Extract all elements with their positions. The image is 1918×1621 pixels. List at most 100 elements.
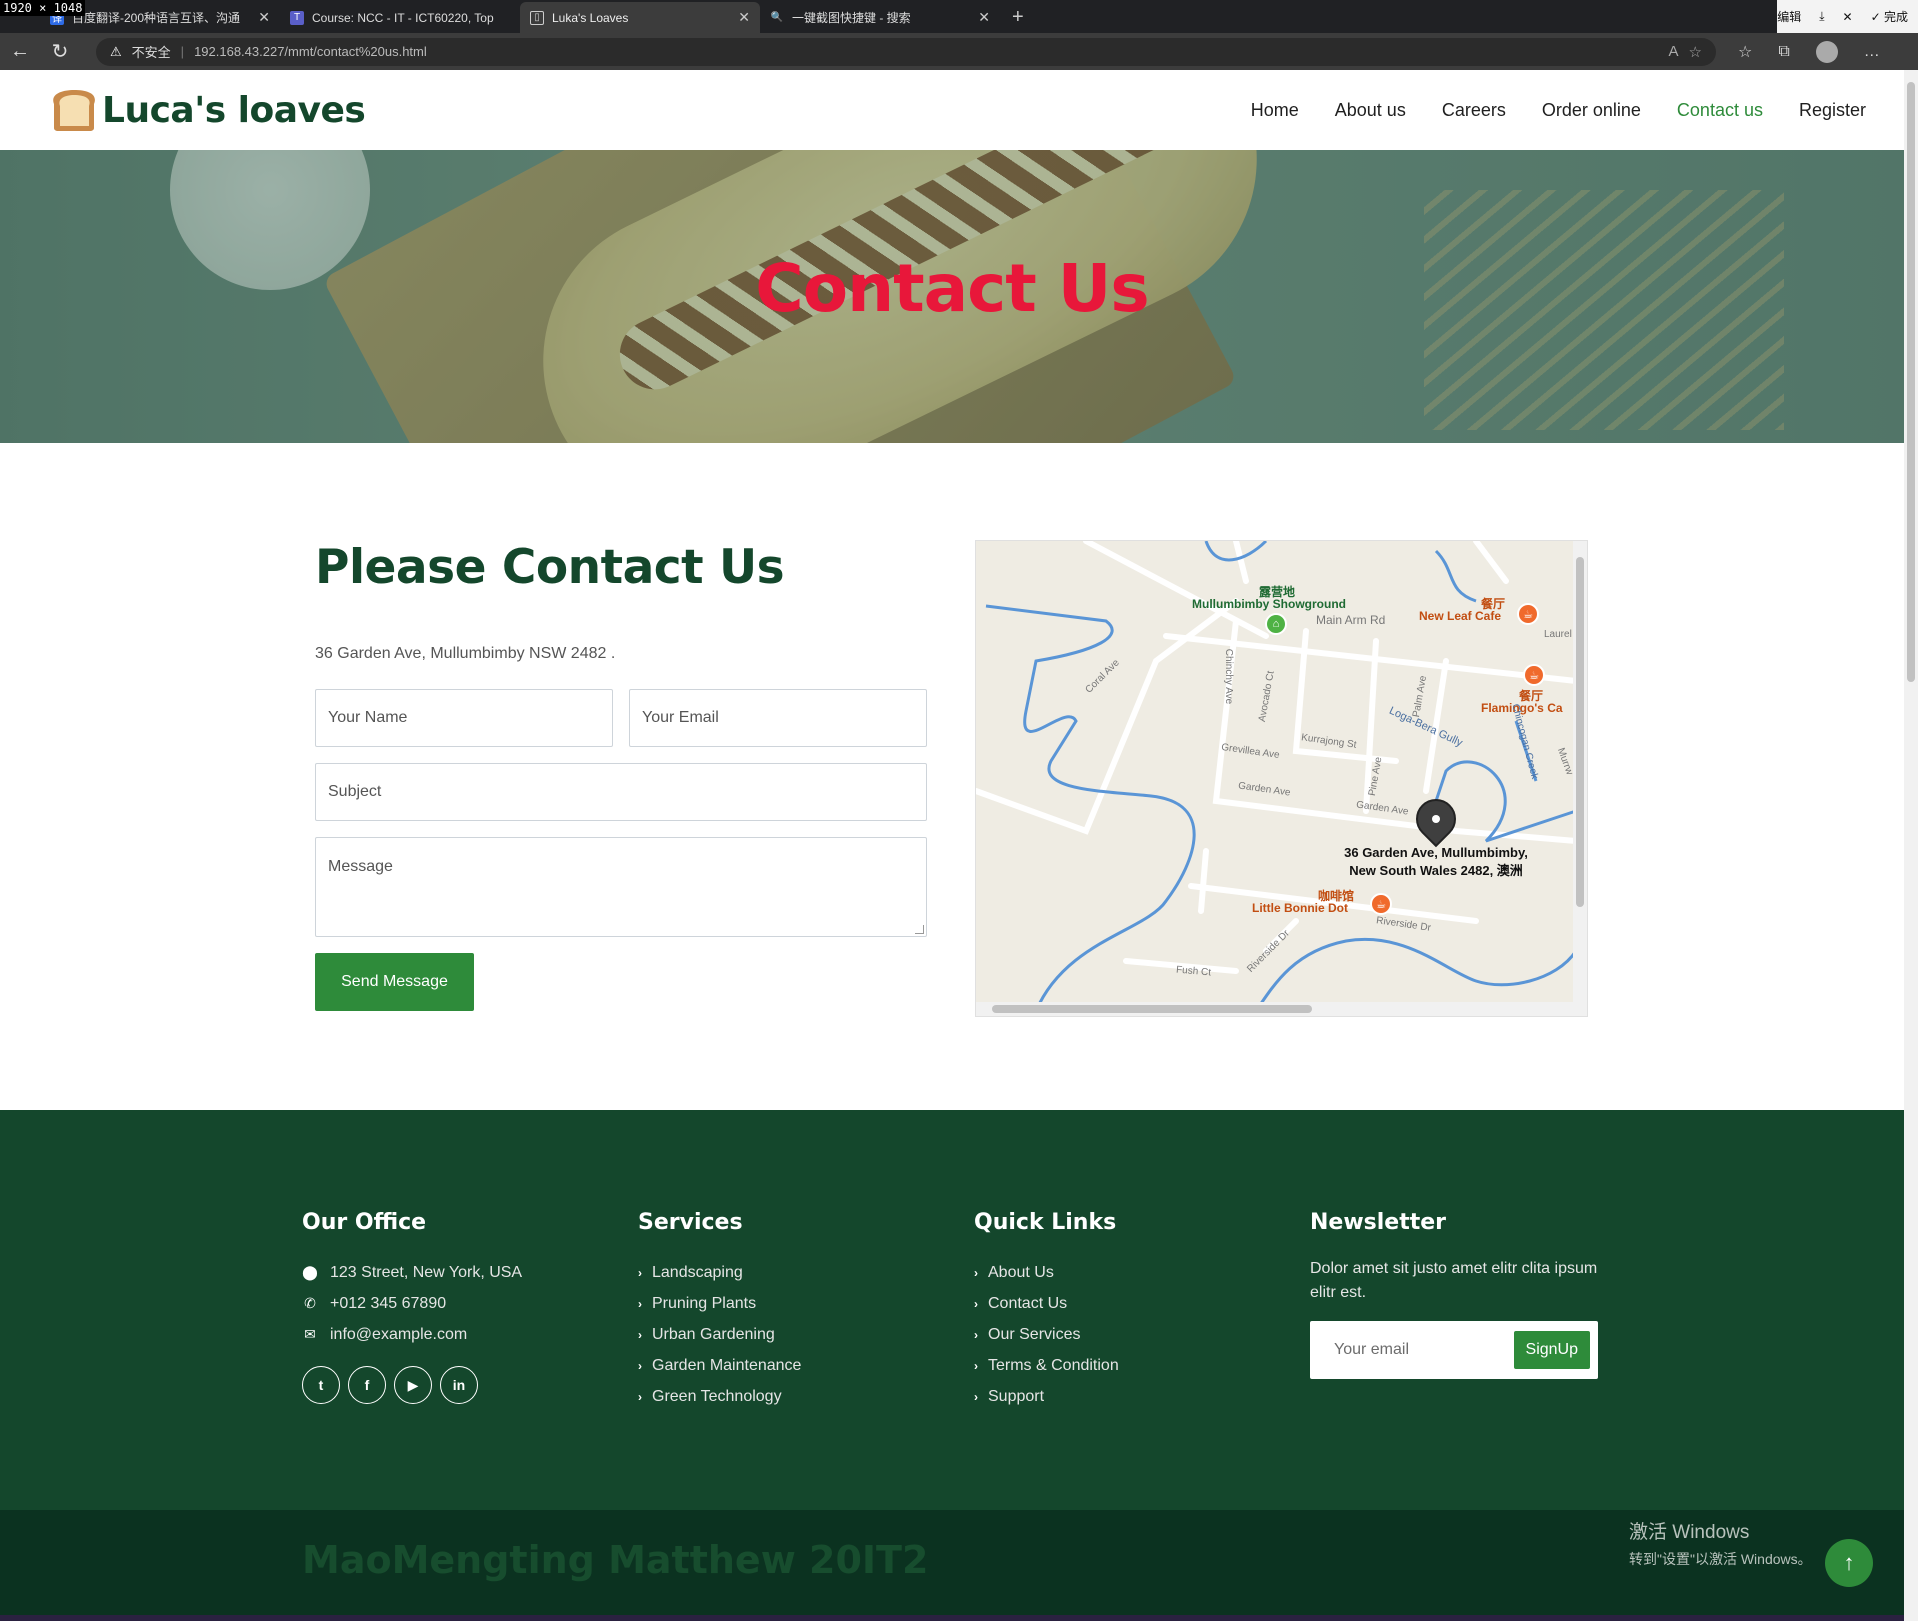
done-button[interactable]: ✓ 完成	[1871, 8, 1908, 25]
warning-icon: ⚠	[110, 43, 122, 59]
collections-icon[interactable]: ⧉	[1778, 43, 1789, 61]
browser-tab-course[interactable]: T Course: NCC - IT - ICT60220, Top	[280, 2, 520, 33]
service-link-label: Pruning Plants	[652, 1294, 757, 1312]
footer-newsletter-title: Newsletter	[1310, 1210, 1447, 1235]
browser-tab-lukas-loaves[interactable]: ▯ Luka's Loaves ✕	[520, 2, 760, 33]
footer-office-title: Our Office	[302, 1210, 427, 1235]
cafe-pin-icon[interactable]: ☕	[1370, 893, 1392, 915]
more-icon[interactable]: …	[1864, 43, 1880, 61]
chevron-right-icon: ›	[638, 1358, 642, 1373]
hero-title: Contact Us	[755, 250, 1149, 327]
close-icon[interactable]: ✕	[738, 9, 750, 26]
map-label-bonnie: Little Bonnie Dot	[1252, 901, 1348, 915]
download-icon[interactable]: ⤓	[1819, 9, 1824, 24]
taskbar-edge	[0, 1615, 1904, 1621]
favorites-icon[interactable]: ☆	[1738, 42, 1752, 62]
service-link[interactable]: › Urban Gardening	[638, 1319, 801, 1350]
course-icon: T	[290, 10, 304, 25]
close-icon[interactable]: ✕	[258, 9, 270, 26]
service-link-label: Green Technology	[652, 1387, 782, 1405]
quick-link[interactable]: › About Us	[974, 1257, 1119, 1288]
url-text: 192.168.43.227/mmt/contact%20us.html	[194, 44, 427, 59]
office-address-text: 123 Street, New York, USA	[330, 1263, 523, 1281]
service-link-label: Landscaping	[652, 1263, 743, 1281]
office-phone: ✆ +012 345 67890	[302, 1288, 522, 1319]
nav-order-online[interactable]: Order online	[1542, 100, 1641, 121]
chevron-right-icon: ›	[638, 1265, 642, 1280]
scroll-thumb[interactable]	[992, 1005, 1312, 1013]
send-message-button[interactable]: Send Message	[315, 953, 474, 1011]
scroll-thumb[interactable]	[1576, 557, 1584, 907]
read-aloud-icon[interactable]: A	[1669, 43, 1679, 60]
chevron-right-icon: ›	[974, 1327, 978, 1342]
nav-home[interactable]: Home	[1251, 100, 1299, 121]
url-field[interactable]: ⚠ 不安全 | 192.168.43.227/mmt/contact%20us.…	[96, 37, 1716, 66]
map-label-new-leaf: New Leaf Cafe	[1419, 609, 1502, 623]
youtube-icon[interactable]: ▶	[394, 1366, 432, 1404]
back-to-top-button[interactable]: ↑	[1825, 1539, 1873, 1587]
favorite-star-icon[interactable]: ☆	[1689, 43, 1702, 61]
watermark-line2: 转到"设置"以激活 Windows。	[1629, 1551, 1812, 1567]
message-textarea[interactable]: Message	[315, 837, 927, 937]
nav-about-us[interactable]: About us	[1335, 100, 1406, 121]
map-horizontal-scrollbar[interactable]	[976, 1002, 1587, 1016]
linkedin-icon[interactable]: in	[440, 1366, 478, 1404]
contact-section: Please Contact Us 36 Garden Ave, Mullumb…	[0, 443, 1904, 1110]
dimension-badge: 1920 × 1048	[0, 0, 86, 16]
chevron-right-icon: ›	[974, 1296, 978, 1311]
subject-input[interactable]: Subject	[315, 763, 927, 821]
hero-banner: Contact Us	[0, 150, 1904, 443]
map-marker-icon: ⬤	[302, 1264, 318, 1280]
signup-button[interactable]: SignUp	[1513, 1331, 1590, 1369]
quick-link[interactable]: › Our Services	[974, 1319, 1119, 1350]
page-vertical-scrollbar[interactable]	[1904, 70, 1918, 1621]
quick-link[interactable]: › Terms & Condition	[974, 1350, 1119, 1381]
newsletter-email-input[interactable]: Your email	[1334, 1341, 1409, 1359]
map-label-showground: Mullumbimby Showground	[1192, 597, 1346, 611]
name-input[interactable]: Your Name	[315, 689, 613, 747]
separator: |	[180, 44, 185, 59]
campground-pin-icon[interactable]: ⌂	[1265, 613, 1287, 635]
footer-services: Services › Landscaping › Pruning Plants › U…	[638, 1210, 801, 1412]
destination-line2: New South Wales 2482, 澳洲	[1349, 863, 1523, 878]
bread-icon	[53, 90, 95, 131]
edit-button[interactable]: 编辑	[1777, 8, 1801, 25]
quick-link-label: Contact Us	[988, 1294, 1068, 1312]
email-placeholder: Your Email	[642, 709, 719, 726]
service-link[interactable]: › Landscaping	[638, 1257, 801, 1288]
map-vertical-scrollbar[interactable]	[1573, 541, 1587, 1016]
back-arrow-icon[interactable]: ←	[0, 40, 40, 63]
close-icon[interactable]: ✕	[1843, 10, 1853, 24]
nav-careers[interactable]: Careers	[1442, 100, 1506, 121]
embedded-map[interactable]: 露营地 Mullumbimby Showground ⌂ Main Arm Rd…	[975, 540, 1588, 1017]
profile-avatar[interactable]	[1815, 40, 1838, 63]
service-link[interactable]: › Pruning Plants	[638, 1288, 801, 1319]
quick-link[interactable]: › Contact Us	[974, 1288, 1119, 1319]
browser-tab-search[interactable]: 🔍 一键截图快捷键 - 搜索 ✕	[760, 2, 1000, 33]
new-tab-button[interactable]: +	[1000, 2, 1036, 33]
restaurant-pin-icon[interactable]: ☕	[1523, 664, 1545, 686]
scroll-thumb[interactable]	[1907, 82, 1915, 682]
service-link[interactable]: › Garden Maintenance	[638, 1350, 801, 1381]
contact-form-area: Please Contact Us 36 Garden Ave, Mullumb…	[315, 540, 927, 1011]
brand-name: Luca's loaves	[102, 89, 366, 131]
close-icon[interactable]: ✕	[978, 9, 990, 26]
facebook-icon[interactable]: f	[348, 1366, 386, 1404]
brand-logo[interactable]: Luca's loaves	[48, 88, 366, 132]
chevron-right-icon: ›	[974, 1358, 978, 1373]
nav-register[interactable]: Register	[1799, 100, 1866, 121]
email-input[interactable]: Your Email	[629, 689, 927, 747]
phone-icon: ✆	[304, 1295, 316, 1311]
tab-title: 一键截图快捷键 - 搜索	[792, 11, 911, 25]
quick-link[interactable]: › Support	[974, 1381, 1119, 1412]
chevron-right-icon: ›	[638, 1296, 642, 1311]
twitter-icon[interactable]: t	[302, 1366, 340, 1404]
refresh-icon[interactable]: ↻	[40, 39, 80, 64]
map-label-laurel: Laurel	[1544, 629, 1572, 640]
envelope-icon: ✉	[304, 1326, 316, 1342]
restaurant-pin-icon[interactable]: ☕	[1517, 603, 1539, 625]
nav-contact-us[interactable]: Contact us	[1677, 100, 1763, 121]
chevron-right-icon: ›	[638, 1327, 642, 1342]
service-link[interactable]: › Green Technology	[638, 1381, 801, 1412]
tab-title: Luka's Loaves	[552, 10, 629, 25]
